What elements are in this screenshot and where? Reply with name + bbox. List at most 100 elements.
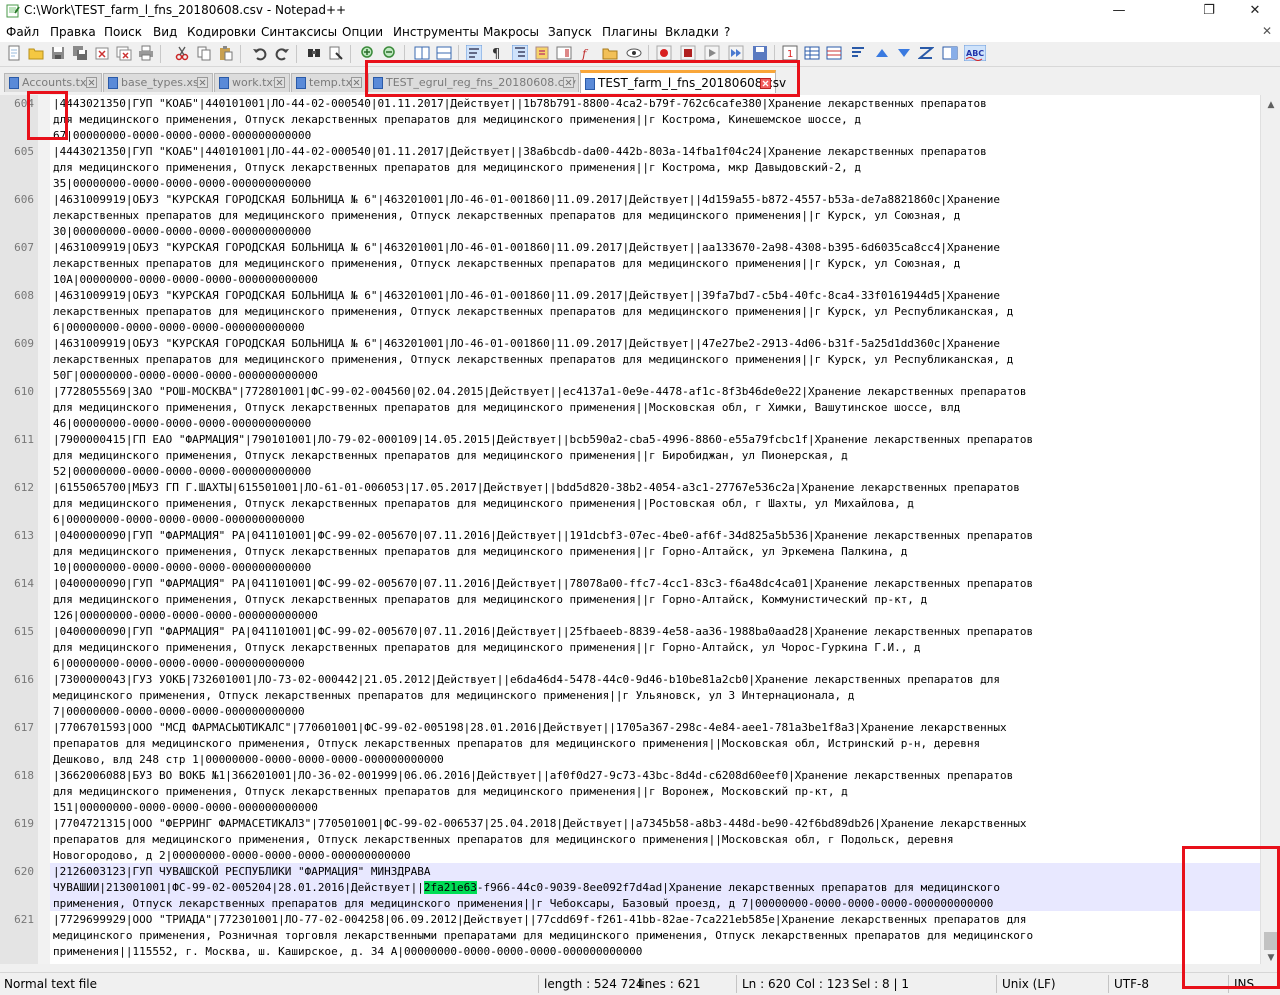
close-tab-icon[interactable] — [351, 77, 362, 88]
text-line: 608 |4631009919|ОБУЗ "КУРСКАЯ ГОРОДСКАЯ Б… — [0, 287, 1260, 335]
paste-icon[interactable] — [218, 45, 234, 61]
print-icon[interactable] — [138, 45, 154, 61]
menu-run[interactable]: Запуск — [548, 25, 592, 39]
close-tab-icon[interactable] — [274, 77, 285, 88]
menu-edit[interactable]: Правка — [50, 25, 96, 39]
text-editor[interactable]: 604 |4443021350|ГУП "КОАБ"|440101001|ЛО-4… — [0, 95, 1260, 964]
window-title: C:\Work\TEST_farm_l_fns_20180608.csv - N… — [24, 3, 347, 17]
sort-icon[interactable] — [850, 45, 866, 61]
cut-icon[interactable] — [174, 45, 190, 61]
line-text: |4443021350|ГУП "КОАБ"|440101001|ЛО-44-0… — [53, 145, 987, 190]
panel-icon[interactable] — [942, 45, 958, 61]
open-file-icon[interactable] — [28, 45, 44, 61]
toolbar-separator — [350, 45, 351, 63]
close-tab-icon[interactable] — [760, 78, 771, 89]
stop-macro-icon[interactable] — [680, 45, 696, 61]
menu-macros[interactable]: Макросы — [483, 25, 539, 39]
menu-options[interactable]: Опции — [342, 25, 383, 39]
col-1-icon[interactable]: 1 — [782, 45, 798, 61]
tab-temp[interactable]: temp.txt — [291, 73, 367, 92]
copy-icon[interactable] — [196, 45, 212, 61]
line-text: |7728055569|ЗАО "РОШ-МОСКВА"|772801001|Ф… — [53, 385, 1027, 430]
line-number: 610 — [14, 385, 34, 398]
scroll-down-icon[interactable]: ▼ — [1265, 952, 1277, 964]
compare-icon[interactable] — [918, 45, 934, 61]
status-eol[interactable]: Unix (LF) — [1002, 977, 1056, 991]
document-icon — [585, 78, 595, 90]
close-tab-icon[interactable] — [86, 77, 97, 88]
document-icon — [219, 77, 229, 89]
spellcheck-icon[interactable]: ABC — [964, 45, 986, 61]
status-column: Col : 123 — [796, 977, 850, 991]
tab-test-egrul[interactable]: TEST_egrul_reg_fns_20180608.csv — [368, 73, 579, 92]
maximize-button[interactable]: ❐ — [1186, 0, 1232, 22]
show-all-chars-icon[interactable]: ¶ — [488, 45, 504, 61]
folder-workspace-icon[interactable] — [602, 45, 618, 61]
text-line: 615 |0400000090|ГУП "ФАРМАЦИЯ" РА|0411010… — [0, 623, 1260, 671]
line-number: 615 — [14, 625, 34, 638]
svg-text:f: f — [581, 47, 589, 61]
close-file-icon[interactable] — [94, 45, 110, 61]
word-wrap-icon[interactable] — [466, 45, 482, 61]
status-lines: lines : 621 — [638, 977, 701, 991]
zoom-out-icon[interactable] — [382, 45, 398, 61]
play-macro-icon[interactable] — [704, 45, 720, 61]
line-number: 619 — [14, 817, 34, 830]
menu-view[interactable]: Вид — [153, 25, 177, 39]
doc-map-icon[interactable] — [556, 45, 572, 61]
close-tab-icon[interactable] — [563, 77, 574, 88]
toolbar-separator — [240, 45, 241, 63]
menu-file[interactable]: Файл — [6, 25, 39, 39]
line-text: |0400000090|ГУП "ФАРМАЦИЯ" РА|041101001|… — [53, 529, 1034, 574]
find-icon[interactable] — [306, 45, 322, 61]
line-number: 613 — [14, 529, 34, 542]
menu-tools[interactable]: Инструменты — [393, 25, 479, 39]
redo-icon[interactable] — [274, 45, 290, 61]
text-line: 621 |7729699929|ООО "ТРИАДА"|772301001|ЛО… — [0, 911, 1260, 959]
close-tab-icon[interactable] — [197, 77, 208, 88]
line-text: |0400000090|ГУП "ФАРМАЦИЯ" РА|041101001|… — [53, 577, 1034, 622]
scroll-up-icon[interactable]: ▲ — [1265, 99, 1277, 111]
menu-help[interactable]: ? — [724, 25, 730, 39]
menu-syntax[interactable]: Синтаксисы — [261, 25, 337, 39]
status-encoding[interactable]: UTF-8 — [1114, 977, 1149, 991]
function-list-icon[interactable]: f — [580, 45, 596, 61]
sync-horizontal-icon[interactable] — [436, 45, 452, 61]
tab-base-types[interactable]: base_types.xsd — [103, 73, 213, 92]
indent-guide-icon[interactable] — [512, 45, 528, 61]
status-file-type: Normal text file — [4, 977, 98, 991]
save-all-icon[interactable] — [72, 45, 88, 61]
monitoring-icon[interactable] — [626, 45, 642, 61]
tab-test-farm[interactable]: TEST_farm_l_fns_20180608.csv — [580, 70, 786, 93]
sync-vertical-icon[interactable] — [414, 45, 430, 61]
menu-search[interactable]: Поиск — [104, 25, 142, 39]
vertical-scrollbar[interactable]: ▲ ▼ — [1260, 95, 1280, 964]
move-down-icon[interactable] — [896, 45, 912, 61]
close-doc-icon[interactable]: ✕ — [1262, 24, 1272, 38]
table-icon[interactable] — [804, 45, 820, 61]
undo-icon[interactable] — [252, 45, 268, 61]
move-up-icon[interactable] — [874, 45, 890, 61]
tab-accounts[interactable]: Accounts.txt — [4, 73, 102, 92]
line-number: 618 — [14, 769, 34, 782]
close-all-icon[interactable] — [116, 45, 132, 61]
menu-tabs[interactable]: Вкладки — [665, 25, 719, 39]
csv-icon[interactable] — [826, 45, 842, 61]
udl-icon[interactable] — [534, 45, 550, 61]
minimize-button[interactable]: — — [1096, 0, 1142, 22]
line-text: |2126003123|ГУП ЧУВАШСКОЙ РЕСПУБЛИКИ "ФА… — [53, 864, 1253, 912]
menu-encoding[interactable]: Кодировки — [187, 25, 256, 39]
tab-work[interactable]: work.txt — [214, 73, 290, 92]
record-macro-icon[interactable] — [656, 45, 672, 61]
new-file-icon[interactable] — [6, 45, 22, 61]
zoom-in-icon[interactable] — [360, 45, 376, 61]
title-bar: C:\Work\TEST_farm_l_fns_20180608.csv - N… — [0, 0, 1280, 22]
save-macro-icon[interactable] — [752, 45, 768, 61]
close-window-button[interactable]: ✕ — [1232, 0, 1278, 22]
replace-icon[interactable] — [328, 45, 344, 61]
menu-plugins[interactable]: Плагины — [602, 25, 657, 39]
run-macro-multiple-icon[interactable] — [728, 45, 744, 61]
tab-label: TEST_egrul_reg_fns_20180608.csv — [386, 76, 577, 89]
scroll-thumb[interactable] — [1264, 932, 1277, 950]
save-icon[interactable] — [50, 45, 66, 61]
